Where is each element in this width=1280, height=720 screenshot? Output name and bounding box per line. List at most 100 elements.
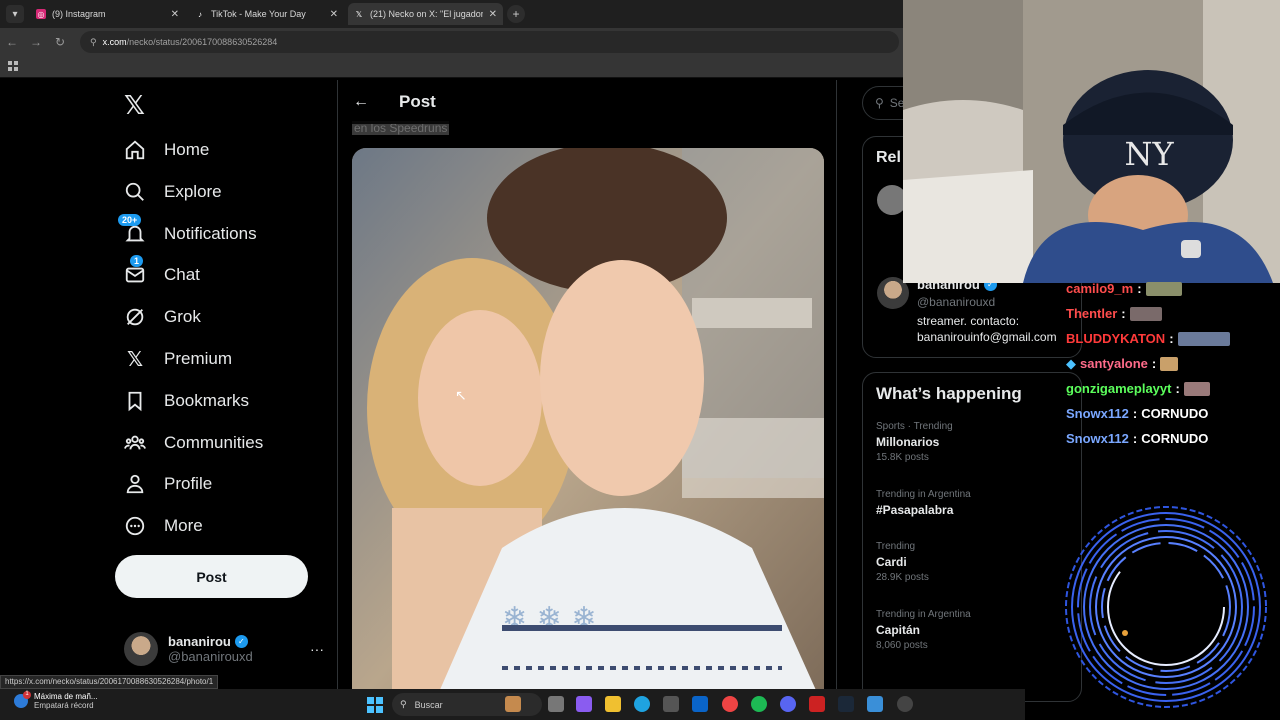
- chat-message: BLUDDYKATON:: [1066, 326, 1280, 351]
- chat-username: Snowx112: [1066, 406, 1129, 421]
- address-bar: ← → ↻ ⚲ x.com/necko/status/2006170088630…: [0, 28, 905, 56]
- nav-item-bookmarks[interactable]: Bookmarks: [124, 381, 249, 421]
- trend-count: 15.8K posts: [876, 452, 929, 463]
- trend-count: 28.9K posts: [876, 572, 929, 583]
- nav-item-home[interactable]: Home: [124, 130, 209, 170]
- nav-item-notifications[interactable]: 20+ Notifications: [118, 214, 257, 254]
- account-name: bananirou: [168, 634, 231, 649]
- trend-name: Capitán: [876, 623, 921, 637]
- reload-icon[interactable]: ↻: [48, 35, 72, 49]
- visualizer-rings: [1065, 506, 1267, 708]
- bio-email-link[interactable]: bananirouinfo@gmail.com: [917, 329, 1087, 345]
- nav-item-profile[interactable]: Profile: [124, 464, 212, 504]
- chat-emote: [1145, 281, 1182, 296]
- chat-message: Thentler:: [1066, 301, 1280, 326]
- nav-item-explore[interactable]: Explore: [124, 172, 222, 212]
- steam-icon[interactable]: [838, 696, 854, 712]
- avatar: [124, 632, 158, 666]
- chat-emote: [1183, 381, 1210, 396]
- file-explorer-icon[interactable]: [605, 696, 621, 712]
- more-circle-icon: [124, 515, 146, 537]
- mouse-cursor-icon: ↖: [455, 387, 467, 403]
- account-more-icon[interactable]: ···: [310, 641, 324, 657]
- post-button[interactable]: Post: [115, 555, 308, 598]
- news-badge: 1: [23, 691, 31, 699]
- store-icon[interactable]: [663, 696, 679, 712]
- nav-label: Chat: [164, 265, 200, 284]
- x-logo-icon[interactable]: 𝕏: [124, 90, 145, 121]
- close-tab-icon[interactable]: ✕: [330, 9, 338, 20]
- task-view-icon[interactable]: [548, 696, 564, 712]
- discord-icon[interactable]: [780, 696, 796, 712]
- outlook-icon[interactable]: [692, 696, 708, 712]
- nav-label: Grok: [164, 307, 201, 326]
- windows-start-icon[interactable]: [367, 697, 383, 713]
- chat-emote: [1177, 331, 1230, 346]
- obs-icon[interactable]: [897, 696, 913, 712]
- verified-badge-icon: ✓: [234, 635, 248, 648]
- account-handle: @bananirouxd: [168, 649, 253, 664]
- close-tab-icon[interactable]: ✕: [171, 9, 179, 20]
- forward-arrow-icon[interactable]: →: [24, 35, 48, 49]
- webcam-overlay: NY: [903, 0, 1280, 283]
- back-arrow-icon[interactable]: ←: [353, 93, 369, 111]
- new-tab-icon[interactable]: +: [507, 5, 525, 23]
- search-highlight-icon[interactable]: [505, 696, 521, 712]
- chrome-icon[interactable]: [722, 696, 738, 712]
- post-photo[interactable]: ❄ ❄ ❄: [352, 148, 824, 690]
- nav-label: Premium: [164, 349, 233, 368]
- tab-instagram[interactable]: ◎ (9) Instagram ✕: [30, 3, 185, 25]
- instagram-favicon-icon: ◎: [36, 9, 46, 19]
- whats-happening-card: What’s happening Sports · Trending Millo…: [862, 372, 1082, 702]
- browser-tabstrip: ▾ ◎ (9) Instagram ✕ ♪ TikTok - Make Your…: [0, 0, 905, 28]
- chat-message: Snowx112: CORNUDO: [1066, 431, 1209, 446]
- video-app-icon[interactable]: [809, 696, 825, 712]
- chat-message: Snowx112: CORNUDO: [1066, 406, 1209, 421]
- nav-item-more[interactable]: More: [124, 506, 203, 546]
- nav-item-chat[interactable]: 1 Chat: [124, 255, 200, 295]
- audio-visualizer: [1062, 503, 1272, 713]
- trend-item[interactable]: Trending in Argentina Capitán 8,060 post…: [876, 609, 1076, 651]
- edge-icon[interactable]: [634, 696, 650, 712]
- tab-x-post[interactable]: 𝕏 (21) Necko on X: "El jugador de ✕: [348, 3, 503, 25]
- trend-meta: Sports · Trending: [876, 421, 953, 432]
- x-favicon-icon: 𝕏: [355, 9, 363, 19]
- nav-item-grok[interactable]: Grok: [124, 297, 201, 337]
- tab-search-menu-icon[interactable]: ▾: [6, 5, 24, 23]
- trend-item[interactable]: Trending Cardi 28.9K posts: [876, 541, 1076, 583]
- trend-item[interactable]: Sports · Trending Millonarios 15.8K post…: [876, 421, 1076, 463]
- trend-count: 8,060 posts: [876, 640, 928, 651]
- copilot-icon[interactable]: [576, 696, 592, 712]
- nav-label: More: [164, 516, 203, 535]
- url-path: /necko/status/2006170088630526284: [126, 37, 278, 47]
- chat-username: camilo9_m: [1066, 281, 1134, 296]
- account-switcher[interactable]: bananirou ✓ @bananirouxd ···: [124, 632, 324, 666]
- spotify-icon[interactable]: [751, 696, 767, 712]
- chat-text: CORNUDO: [1141, 431, 1209, 446]
- chat-username: gonzigameplayyt: [1066, 381, 1172, 396]
- person-icon: [124, 473, 146, 495]
- nav-item-premium[interactable]: 𝕏 Premium: [124, 339, 232, 379]
- back-arrow-icon[interactable]: ←: [0, 35, 24, 49]
- apps-grid-icon[interactable]: [8, 61, 18, 71]
- search-icon: [124, 181, 146, 203]
- site-info-icon[interactable]: ⚲: [90, 37, 97, 48]
- close-tab-icon[interactable]: ✕: [489, 9, 497, 20]
- search-icon: ⚲: [400, 699, 407, 709]
- nav-label: Explore: [164, 182, 222, 201]
- chat-badge: 1: [130, 255, 144, 267]
- trend-meta: Trending: [876, 541, 916, 552]
- chat-username: BLUDDYKATON: [1066, 331, 1166, 346]
- trend-item[interactable]: Trending in Argentina #Pasapalabra: [876, 489, 1076, 517]
- relevant-user-bio: streamer. contacto: bananirouinfo@gmail.…: [917, 313, 1087, 345]
- nav-item-communities[interactable]: Communities: [124, 423, 263, 463]
- webcam-illustration: NY: [903, 0, 1280, 283]
- left-navigation: 𝕏 Home Explore 20+ Notifications 1 Chat …: [110, 80, 336, 675]
- chat-text: CORNUDO: [1141, 406, 1209, 421]
- trend-meta: Trending in Argentina: [876, 609, 971, 620]
- photos-icon[interactable]: [867, 696, 883, 712]
- url-field[interactable]: ⚲ x.com/necko/status/2006170088630526284: [80, 31, 899, 53]
- tab-tiktok[interactable]: ♪ TikTok - Make Your Day ✕: [189, 3, 344, 25]
- main-column: ← Post en los Speedruns ❄ ❄ ❄ ↖: [337, 80, 837, 690]
- news-widget[interactable]: 1 Máxima de mañ... Empatará récord: [14, 691, 98, 710]
